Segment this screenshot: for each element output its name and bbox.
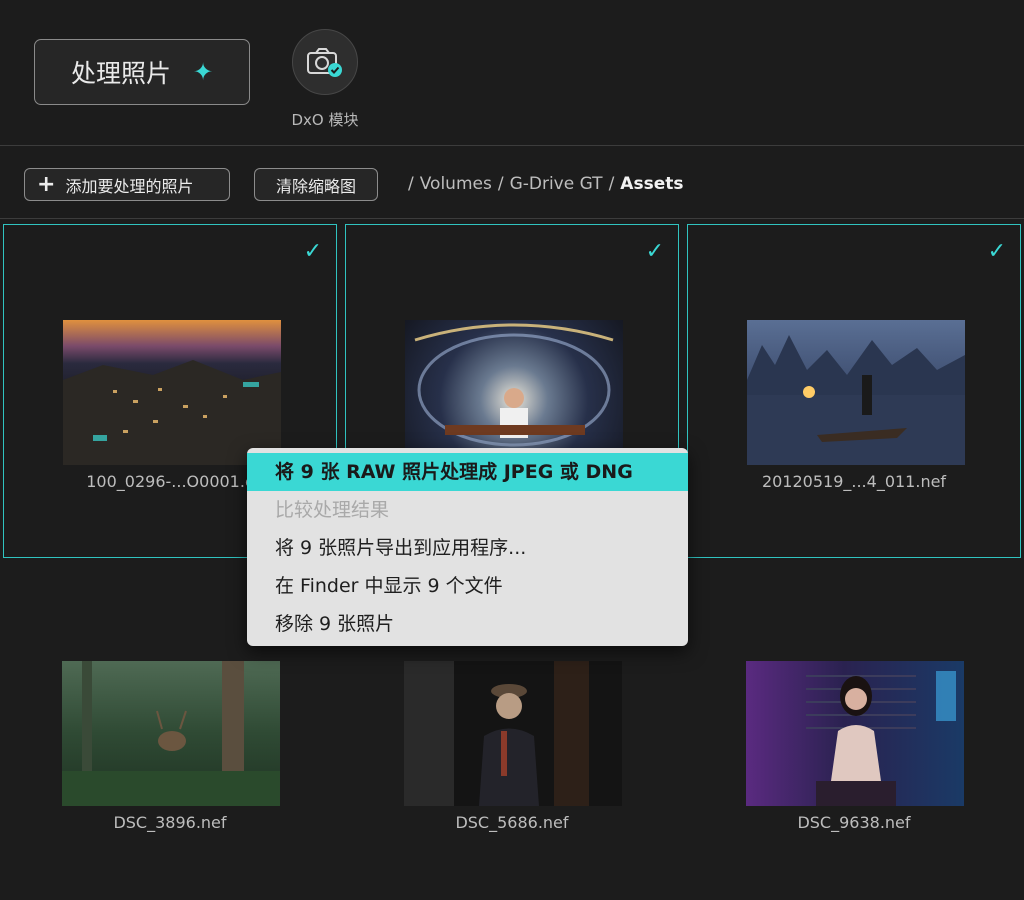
thumbnail-filename: DSC_9638.nef xyxy=(797,813,911,832)
thumbnail-filename: DSC_5686.nef xyxy=(455,813,569,832)
thumbnail-filename: DSC_3896.nef xyxy=(113,813,227,832)
clear-thumbnails-label: 清除缩略图 xyxy=(275,176,356,196)
breadcrumb-separator: / xyxy=(408,174,414,194)
menu-item-process-raw[interactable]: 将 9 张 RAW 照片处理成 JPEG 或 DNG xyxy=(247,453,688,491)
thumbnail-image xyxy=(62,661,280,806)
menu-item-export-to-app[interactable]: 将 9 张照片导出到应用程序... xyxy=(247,529,688,567)
check-icon: ✓ xyxy=(645,239,664,264)
thumbnail-image xyxy=(747,320,965,465)
menu-item-show-in-finder[interactable]: 在 Finder 中显示 9 个文件 xyxy=(247,567,688,605)
plus-icon: + xyxy=(37,171,56,197)
check-icon: ✓ xyxy=(303,239,322,264)
breadcrumb-separator: / xyxy=(497,174,504,194)
add-photos-label: 添加要处理的照片 xyxy=(65,176,194,196)
menu-item-compare-results: 比较处理结果 xyxy=(275,499,390,521)
thumbnail-image xyxy=(746,661,964,806)
clear-thumbnails-button[interactable]: 清除缩略图 xyxy=(254,168,378,201)
breadcrumb-current: Assets xyxy=(620,174,684,194)
breadcrumb: / Volumes / G-Drive GT / Assets xyxy=(408,174,683,194)
thumbnail-image xyxy=(405,320,623,465)
module-label: DxO 模块 xyxy=(291,111,359,129)
breadcrumb-drive[interactable]: G-Drive GT xyxy=(510,174,603,194)
breadcrumb-volumes[interactable]: Volumes xyxy=(420,174,492,194)
thumbnail-cell[interactable]: DSC_9638.nef xyxy=(687,566,1021,900)
toolbar: + 添加要处理的照片 清除缩略图 / Volumes / G-Drive GT … xyxy=(0,146,1024,219)
thumbnail-image xyxy=(404,661,622,806)
top-bar: 处理照片 ✦ DxO 模块 xyxy=(0,0,1024,146)
menu-item-remove-photos[interactable]: 移除 9 张照片 xyxy=(247,605,688,643)
add-photos-button[interactable]: + 添加要处理的照片 xyxy=(24,168,230,201)
thumbnail-cell[interactable]: ✓ 20120519_...4_011.nef xyxy=(687,224,1021,558)
sparkle-icon: ✦ xyxy=(192,58,214,86)
camera-check-icon[interactable] xyxy=(292,29,358,95)
check-icon: ✓ xyxy=(987,239,1006,264)
context-menu: 将 9 张 RAW 照片处理成 JPEG 或 DNG 比较处理结果 将 9 张照… xyxy=(247,448,688,646)
thumbnail-image xyxy=(63,320,281,465)
breadcrumb-separator: / xyxy=(608,174,615,194)
process-photos-label: 处理照片 xyxy=(70,59,171,88)
process-photos-button[interactable]: 处理照片 ✦ xyxy=(34,39,250,105)
thumbnail-filename: 20120519_...4_011.nef xyxy=(761,472,947,491)
dxo-module[interactable]: DxO 模块 xyxy=(288,29,362,130)
